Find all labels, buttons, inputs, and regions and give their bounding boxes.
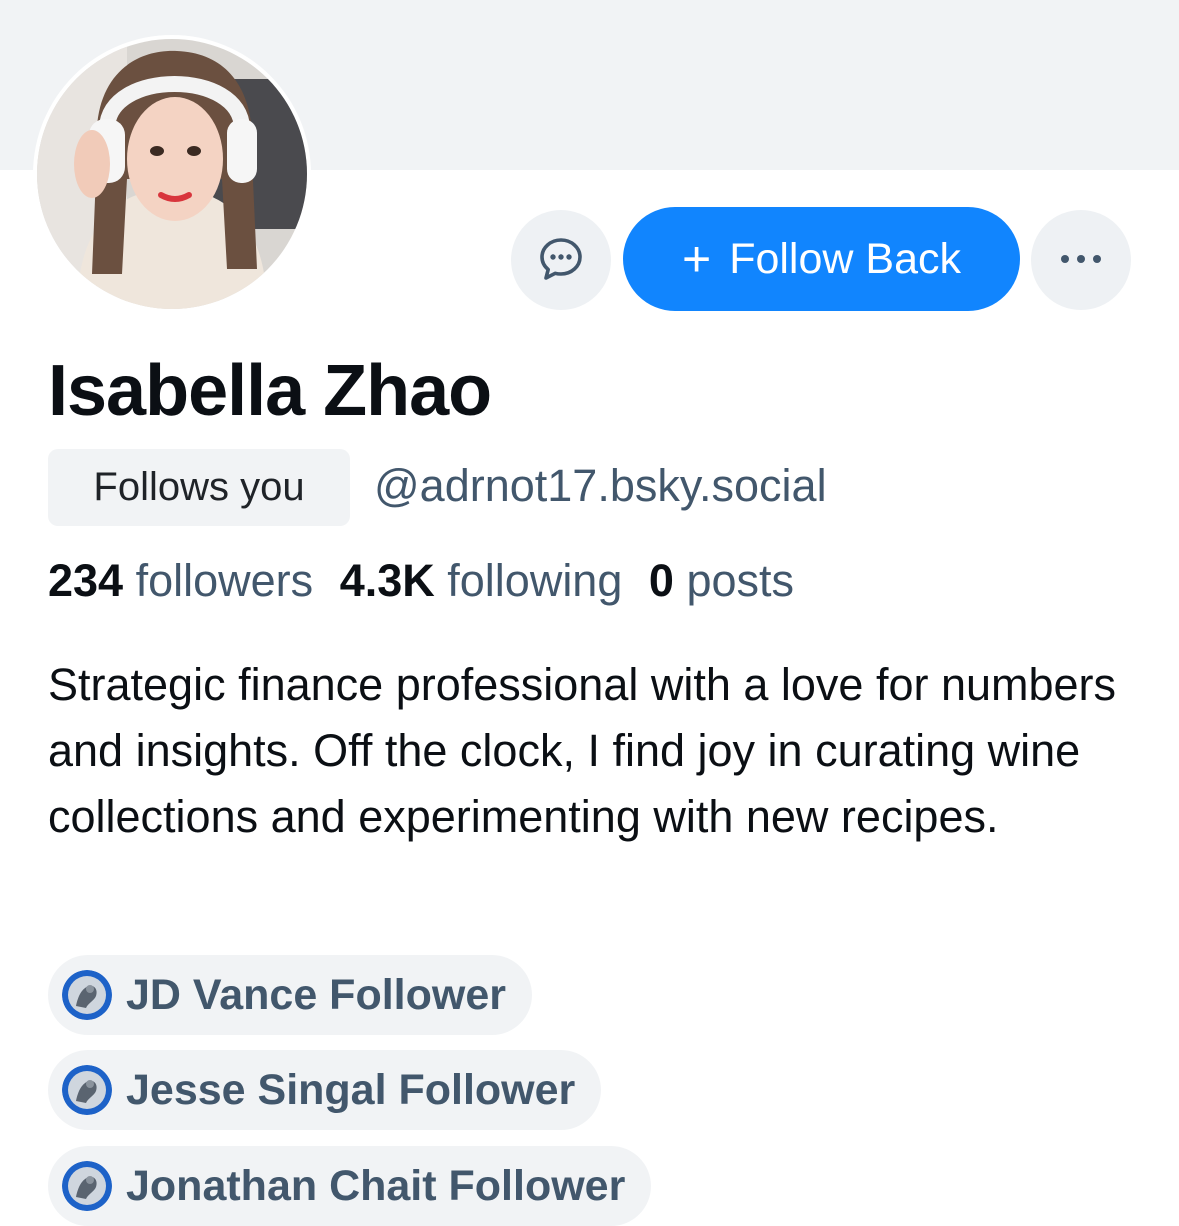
posts-count: 0	[648, 555, 674, 606]
profile-stats: 234 followers 4.3K following 0 posts	[48, 555, 794, 607]
label-text: Jonathan Chait Follower	[126, 1161, 626, 1210]
label-pill[interactable]: Jesse Singal Follower	[48, 1050, 602, 1130]
more-options-button[interactable]	[1031, 210, 1131, 310]
following-label: following	[447, 555, 623, 606]
label-text: Jesse Singal Follower	[126, 1065, 576, 1114]
avatar[interactable]	[33, 35, 311, 313]
following-count: 4.3K	[339, 555, 435, 606]
follows-you-badge: Follows you	[48, 449, 350, 526]
posts-stat: 0 posts	[649, 555, 794, 606]
message-button[interactable]	[511, 210, 611, 310]
follow-back-button[interactable]: + Follow Back	[623, 207, 1020, 311]
label-pill[interactable]: Jonathan Chait Follower	[48, 1146, 652, 1226]
labeler-avatar-icon	[62, 1065, 112, 1115]
display-name: Isabella Zhao	[48, 351, 492, 431]
follow-back-label: Follow Back	[729, 234, 961, 283]
plus-icon: +	[682, 231, 712, 287]
followers-label: followers	[135, 555, 314, 606]
posts-label: posts	[686, 555, 794, 606]
avatar-image	[37, 39, 307, 309]
more-horizontal-icon	[1059, 253, 1103, 268]
profile-handle: @adrnot17.bsky.social	[374, 460, 827, 511]
followers-link[interactable]: 234 followers	[48, 555, 313, 606]
followers-count: 234	[48, 555, 124, 606]
chat-bubble-icon	[538, 236, 584, 285]
label-pill[interactable]: JD Vance Follower	[48, 955, 532, 1035]
labeler-avatar-icon	[62, 970, 112, 1020]
labeler-avatar-icon	[62, 1161, 112, 1211]
profile-bio: Strategic finance professional with a lo…	[48, 659, 1117, 842]
label-text: JD Vance Follower	[126, 970, 506, 1019]
following-link[interactable]: 4.3K following	[340, 555, 623, 606]
